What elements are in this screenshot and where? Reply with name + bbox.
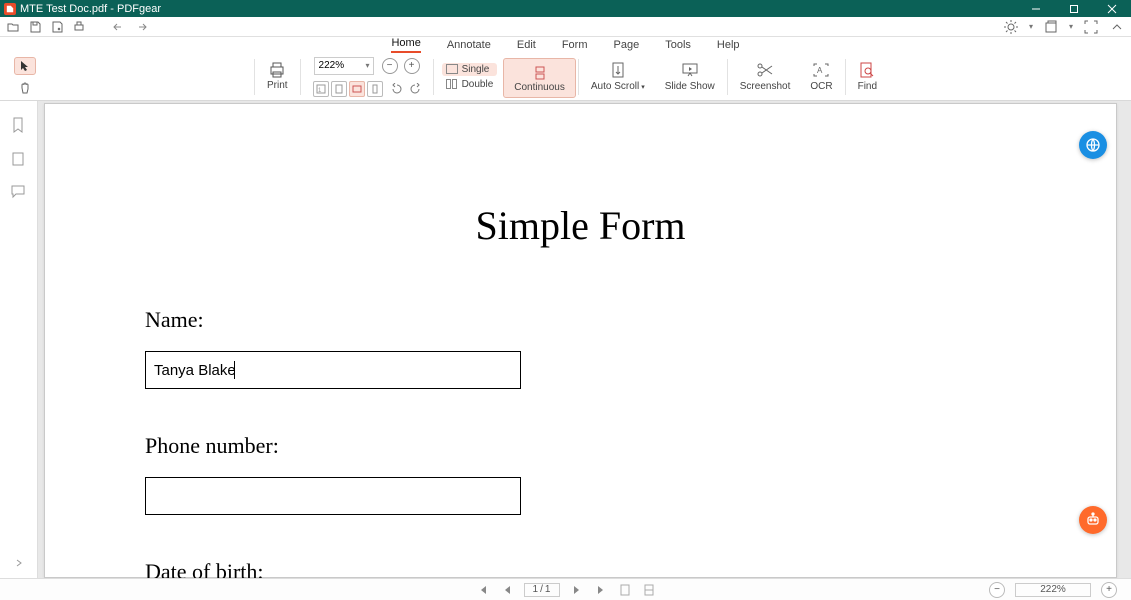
continuous-label: Continuous — [514, 82, 565, 93]
auto-scroll-label: Auto Scroll — [591, 81, 639, 92]
find-button[interactable]: Find — [848, 53, 887, 100]
ai-assistant-button[interactable] — [1079, 506, 1107, 534]
view-mode-a-icon[interactable] — [618, 583, 632, 597]
status-zoom-out[interactable]: − — [989, 582, 1005, 598]
expand-rail-icon[interactable] — [14, 558, 24, 568]
status-zoom-value[interactable]: 222% — [1015, 583, 1091, 597]
auto-scroll-button[interactable]: Auto Scroll▾ — [581, 53, 655, 100]
form-title: Simple Form — [145, 202, 1016, 249]
last-page-button[interactable] — [594, 583, 608, 597]
fit-actual-icon[interactable]: 1 — [313, 81, 329, 97]
open-icon[interactable] — [6, 20, 20, 34]
screenshot-label: Screenshot — [740, 81, 791, 92]
close-button[interactable] — [1093, 0, 1131, 17]
continuous-toggle[interactable]: Continuous — [503, 58, 576, 98]
next-page-button[interactable] — [570, 583, 584, 597]
scissors-icon — [756, 61, 774, 79]
continuous-icon — [531, 64, 549, 82]
screenshot-button[interactable]: Screenshot — [730, 53, 801, 100]
chevron-down-icon[interactable]: ▾ — [1069, 22, 1073, 31]
tab-help[interactable]: Help — [717, 39, 740, 53]
tab-form[interactable]: Form — [562, 39, 588, 53]
page-current: 1 — [533, 584, 539, 595]
prev-page-button[interactable] — [500, 583, 514, 597]
ocr-label: OCR — [810, 81, 832, 92]
bookmark-panel-icon[interactable] — [11, 117, 27, 133]
maximize-button[interactable] — [1055, 0, 1093, 17]
vertical-scrollbar[interactable] — [1121, 103, 1129, 558]
auto-scroll-icon — [609, 61, 627, 79]
tab-edit[interactable]: Edit — [517, 39, 536, 53]
ocr-button[interactable]: A OCR — [800, 53, 842, 100]
app-logo — [4, 3, 16, 15]
select-tool[interactable] — [14, 57, 36, 75]
print-group[interactable]: Print — [257, 53, 298, 100]
layout-double[interactable]: Double — [442, 78, 498, 91]
slide-show-button[interactable]: Slide Show — [655, 53, 725, 100]
window-mode-icon[interactable] — [1043, 19, 1059, 35]
menu-tabs: Home Annotate Edit Form Page Tools Help — [0, 37, 1131, 53]
layout-single[interactable]: Single — [442, 63, 498, 76]
first-page-button[interactable] — [476, 583, 490, 597]
single-page-icon — [446, 64, 458, 74]
status-zoom-in[interactable]: + — [1101, 582, 1117, 598]
translate-button[interactable] — [1079, 131, 1107, 159]
chevron-down-icon[interactable]: ▾ — [1029, 22, 1033, 31]
window-title: MTE Test Doc.pdf - PDFgear — [20, 3, 161, 15]
rotate-left-icon[interactable] — [391, 83, 403, 95]
minimize-button[interactable] — [1017, 0, 1055, 17]
collapse-ribbon-icon[interactable] — [1109, 19, 1125, 35]
slide-show-label: Slide Show — [665, 81, 715, 92]
pdf-page: Simple Form Name: Tanya Blake Phone numb… — [44, 103, 1117, 578]
zoom-input[interactable] — [314, 57, 374, 75]
chevron-down-icon: ▾ — [641, 83, 645, 91]
zoom-dropdown-icon[interactable]: ▾ — [366, 61, 370, 70]
zoom-in-button[interactable]: + — [404, 58, 420, 74]
undo-icon[interactable] — [112, 20, 126, 34]
layout-single-label: Single — [462, 64, 490, 75]
save-as-icon[interactable] — [50, 20, 64, 34]
tab-annotate[interactable]: Annotate — [447, 39, 491, 53]
phone-label: Phone number: — [145, 433, 1016, 459]
fit-page-icon[interactable] — [331, 81, 347, 97]
name-value: Tanya Blake — [154, 362, 236, 379]
name-label: Name: — [145, 307, 1016, 333]
tab-tools[interactable]: Tools — [665, 39, 691, 53]
comments-panel-icon[interactable] — [11, 185, 27, 201]
view-mode-b-icon[interactable] — [642, 583, 656, 597]
fullscreen-icon[interactable] — [1083, 19, 1099, 35]
tab-page[interactable]: Page — [614, 39, 640, 53]
find-label: Find — [858, 81, 877, 92]
thumbnails-panel-icon[interactable] — [11, 151, 27, 167]
zoom-out-button[interactable]: − — [382, 58, 398, 74]
redo-icon[interactable] — [134, 20, 148, 34]
print-icon-qa[interactable] — [72, 20, 86, 34]
tab-home[interactable]: Home — [391, 37, 420, 53]
page-number-box[interactable]: 1 / 1 — [524, 583, 560, 597]
hand-tool[interactable] — [14, 79, 36, 97]
name-field[interactable]: Tanya Blake — [145, 351, 521, 389]
fit-width-icon[interactable] — [349, 81, 365, 97]
phone-field[interactable] — [145, 477, 521, 515]
print-icon — [268, 62, 286, 78]
save-icon[interactable] — [28, 20, 42, 34]
double-page-icon — [446, 79, 458, 89]
find-icon — [858, 61, 876, 79]
layout-double-label: Double — [462, 79, 494, 90]
print-label: Print — [267, 80, 288, 91]
ocr-icon: A — [812, 61, 830, 79]
dob-label: Date of birth: — [145, 559, 1016, 578]
slide-show-icon — [681, 61, 699, 79]
fit-height-icon[interactable] — [367, 81, 383, 97]
rotate-right-icon[interactable] — [409, 83, 421, 95]
svg-text:A: A — [817, 66, 823, 75]
page-total: 1 — [545, 584, 551, 595]
theme-icon[interactable] — [1003, 19, 1019, 35]
